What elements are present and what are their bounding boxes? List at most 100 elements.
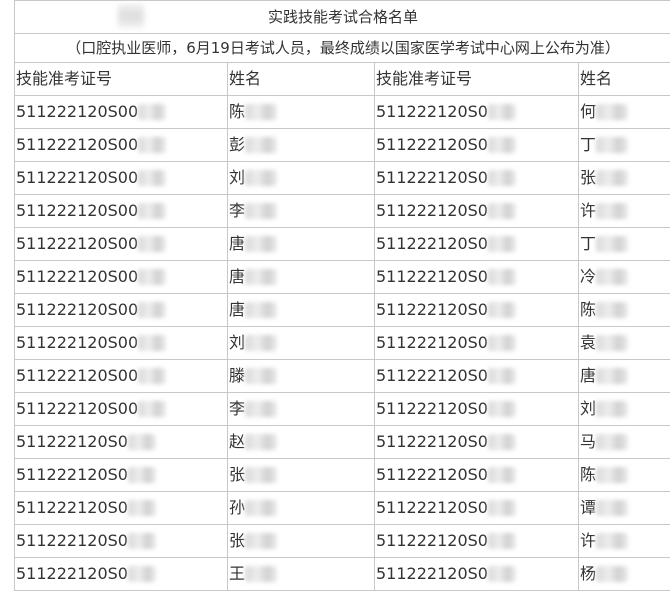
- table-title: 实践技能考试合格名单: [13, 0, 670, 34]
- redacted-blur: [138, 203, 167, 220]
- redacted-blur: [487, 335, 516, 352]
- cell-name-left: 赵: [227, 425, 375, 459]
- results-sheet: 实践技能考试合格名单 （口腔执业医师，6月19日考试人员，最终成绩以国家医学考试…: [13, 0, 670, 591]
- name-left-text: 赵: [229, 431, 246, 451]
- name-left-text: 刘: [229, 167, 246, 187]
- name-left-text: 孙: [229, 497, 246, 517]
- cell-exam-id-right: 511222120S0: [374, 425, 579, 459]
- name-right-text: 马: [580, 431, 597, 451]
- exam-id-left-text: 511222120S00: [16, 233, 139, 253]
- name-left-text: 滕: [229, 365, 246, 385]
- redacted-blur: [596, 566, 629, 583]
- exam-id-left-text: 511222120S00: [16, 200, 139, 220]
- redacted-blur: [487, 434, 516, 451]
- name-right-text: 张: [580, 167, 597, 187]
- redacted-blur: [138, 236, 167, 253]
- redacted-blur: [596, 170, 629, 187]
- cell-name-left: 刘: [227, 326, 375, 360]
- cell-exam-id-left: 511222120S00: [14, 128, 228, 162]
- name-left-text: 彭: [229, 134, 246, 154]
- exam-id-left-text: 511222120S0: [16, 431, 128, 451]
- name-left-text: 王: [229, 563, 246, 583]
- name-right-text: 唐: [580, 365, 597, 385]
- name-right-text: 陈: [580, 299, 597, 319]
- exam-id-left-text: 511222120S0: [16, 530, 128, 550]
- cell-name-left: 陈: [227, 95, 375, 129]
- cell-name-right: 张: [577, 161, 670, 195]
- cell-name-left: 孙: [227, 491, 375, 525]
- cell-exam-id-left: 511222120S0: [14, 458, 228, 492]
- redacted-blur: [245, 302, 278, 319]
- cell-exam-id-left: 511222120S0: [14, 557, 228, 591]
- cell-name-right: 陈: [577, 458, 670, 492]
- redacted-blur: [245, 137, 278, 154]
- redacted-blur: [487, 170, 516, 187]
- name-left-text: 唐: [229, 233, 246, 253]
- table-row: 511222120S00 陈 511222120S0 何: [14, 95, 670, 129]
- cell-name-right: 马: [577, 425, 670, 459]
- cell-exam-id-left: 511222120S0: [14, 425, 228, 459]
- cell-exam-id-left: 511222120S0: [14, 491, 228, 525]
- exam-id-right-text: 511222120S0: [376, 134, 488, 154]
- exam-id-right-text: 511222120S0: [376, 497, 488, 517]
- cell-exam-id-left: 511222120S00: [14, 260, 228, 294]
- table-row: 511222120S00 李 511222120S0 刘: [14, 392, 670, 426]
- name-right-text: 许: [580, 530, 597, 550]
- redacted-blur: [245, 269, 278, 286]
- name-right-text: 丁: [580, 134, 597, 154]
- cell-name-right: 丁: [577, 128, 670, 162]
- exam-id-right-text: 511222120S0: [376, 167, 488, 187]
- redacted-blur: [487, 500, 516, 517]
- redacted-blur: [596, 104, 629, 121]
- table-row: 511222120S00 唐 511222120S0 丁: [14, 227, 670, 261]
- name-left-text: 李: [229, 398, 246, 418]
- cell-exam-id-right: 511222120S0: [374, 128, 579, 162]
- exam-id-right-text: 511222120S0: [376, 101, 488, 121]
- table-subtitle: （口腔执业医师，6月19日考试人员，最终成绩以国家医学考试中心网上公布为准）: [13, 33, 670, 63]
- title-row: 实践技能考试合格名单: [13, 0, 670, 34]
- cell-exam-id-left: 511222120S00: [14, 293, 228, 327]
- redacted-blur: [596, 467, 629, 484]
- redacted-blur: [487, 533, 516, 550]
- name-right-text: 刘: [580, 398, 597, 418]
- exam-id-left-text: 511222120S0: [16, 563, 128, 583]
- cell-exam-id-right: 511222120S0: [374, 326, 579, 360]
- name-right-text: 冷: [580, 266, 597, 286]
- cell-exam-id-right: 511222120S0: [374, 524, 579, 558]
- name-right-text: 袁: [580, 332, 597, 352]
- cell-exam-id-right: 511222120S0: [374, 458, 579, 492]
- redacted-blur: [596, 302, 629, 319]
- name-right-text: 陈: [580, 464, 597, 484]
- redacted-blur: [596, 137, 629, 154]
- exam-id-left-text: 511222120S00: [16, 266, 139, 286]
- cell-exam-id-left: 511222120S00: [14, 194, 228, 228]
- redacted-blur: [138, 269, 167, 286]
- redacted-blur: [127, 500, 156, 517]
- table-row: 511222120S0 张 511222120S0 陈: [14, 458, 670, 492]
- header-row: 技能准考证号 姓名 技能准考证号 姓名: [14, 62, 670, 96]
- exam-id-left-text: 511222120S0: [16, 464, 128, 484]
- header-exam-id-left: 技能准考证号: [14, 62, 228, 96]
- header-name-right: 姓名: [577, 62, 670, 96]
- name-left-text: 张: [229, 464, 246, 484]
- redacted-blur: [245, 401, 278, 418]
- cell-name-right: 刘: [577, 392, 670, 426]
- cell-name-left: 张: [227, 458, 375, 492]
- exam-id-right-text: 511222120S0: [376, 563, 488, 583]
- exam-id-right-text: 511222120S0: [376, 530, 488, 550]
- table-row: 511222120S0 王 511222120S0 杨: [14, 557, 670, 591]
- redacted-blur: [127, 434, 156, 451]
- redacted-blur: [596, 236, 629, 253]
- redacted-blur: [596, 335, 629, 352]
- cell-name-left: 唐: [227, 260, 375, 294]
- redacted-blur: [487, 566, 516, 583]
- exam-id-right-text: 511222120S0: [376, 332, 488, 352]
- redacted-blur: [127, 533, 156, 550]
- redacted-blur: [138, 302, 167, 319]
- cell-exam-id-left: 511222120S00: [14, 359, 228, 393]
- cell-exam-id-right: 511222120S0: [374, 392, 579, 426]
- name-left-text: 唐: [229, 299, 246, 319]
- exam-id-left-text: 511222120S0: [16, 497, 128, 517]
- table-row: 511222120S00 唐 511222120S0 陈: [14, 293, 670, 327]
- cell-exam-id-right: 511222120S0: [374, 227, 579, 261]
